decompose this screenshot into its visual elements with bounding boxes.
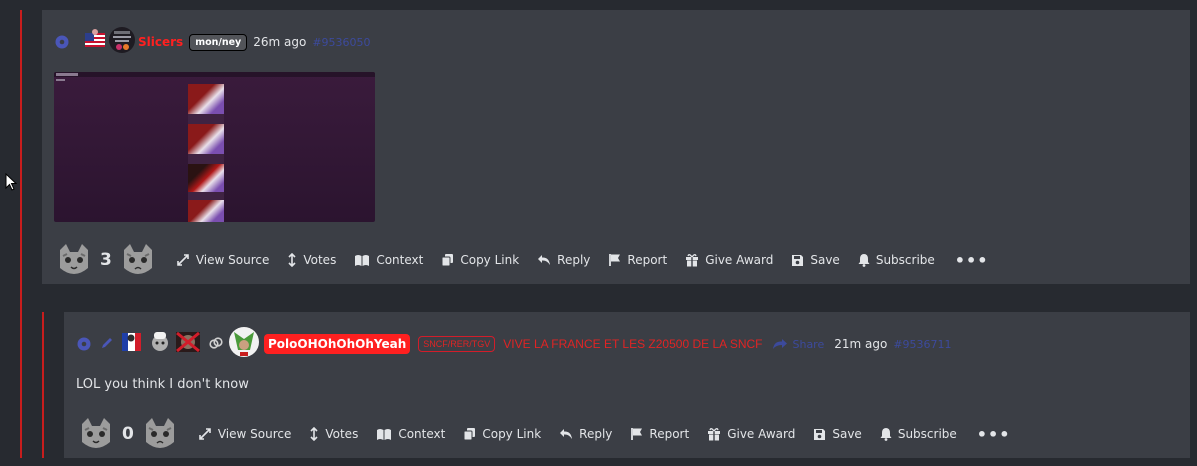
downvote-cat-icon[interactable] bbox=[118, 240, 158, 280]
floppy-disk-icon bbox=[792, 254, 804, 266]
save-label: Save bbox=[810, 253, 840, 267]
save-button[interactable]: Save bbox=[791, 253, 840, 267]
avatar[interactable] bbox=[108, 26, 136, 58]
report-button[interactable]: Report bbox=[630, 427, 689, 441]
flag-icon bbox=[609, 254, 621, 266]
timestamp[interactable]: 21m ago bbox=[834, 337, 887, 351]
reply-label: Reply bbox=[579, 427, 613, 441]
more-options-button[interactable]: ••• bbox=[977, 425, 1011, 444]
username[interactable]: PoloOHOhOhOhYeah bbox=[264, 334, 411, 354]
upvote-cat-icon[interactable] bbox=[76, 414, 116, 454]
collapse-icon[interactable] bbox=[54, 34, 70, 50]
comment-image[interactable] bbox=[54, 72, 375, 222]
copy-link-button[interactable]: Copy Link bbox=[463, 427, 541, 441]
copy-link-label: Copy Link bbox=[460, 253, 520, 267]
us-flag-badge-icon bbox=[84, 28, 106, 56]
view-source-label: View Source bbox=[217, 427, 292, 441]
avatar[interactable] bbox=[228, 326, 260, 362]
username[interactable]: Slicers bbox=[138, 35, 183, 49]
user-flair: mon/ney bbox=[189, 33, 248, 51]
view-source-button[interactable]: View Source bbox=[176, 253, 270, 267]
user-badge: SNCF/RER/TGV bbox=[418, 336, 496, 352]
report-label: Report bbox=[627, 253, 668, 267]
give-award-label: Give Award bbox=[727, 427, 796, 441]
comment-actions: 3 View Source Votes Context Copy Link Re… bbox=[54, 238, 988, 282]
book-icon bbox=[355, 254, 370, 266]
copy-icon bbox=[441, 254, 454, 267]
comment-id-link[interactable]: #9536050 bbox=[312, 36, 370, 49]
context-button[interactable]: Context bbox=[354, 253, 423, 267]
subscribe-label: Subscribe bbox=[875, 253, 935, 267]
copy-link-button[interactable]: Copy Link bbox=[441, 253, 519, 267]
reply-label: Reply bbox=[557, 253, 591, 267]
up-down-arrows-icon bbox=[310, 427, 318, 441]
copy-link-label: Copy Link bbox=[482, 427, 542, 441]
comment-header: PoloOHOhOhOhYeah SNCF/RER/TGV VIVE LA FR… bbox=[76, 327, 952, 359]
subscribe-button[interactable]: Subscribe bbox=[858, 253, 935, 267]
votes-label: Votes bbox=[325, 427, 359, 441]
more-options-button[interactable]: ••• bbox=[955, 251, 989, 270]
comment-body: LOL you think I don't know bbox=[76, 377, 249, 392]
upvote-cat-icon[interactable] bbox=[54, 240, 94, 280]
context-button[interactable]: Context bbox=[376, 427, 445, 441]
score: 0 bbox=[122, 424, 134, 444]
french-flag-badge-icon bbox=[120, 329, 144, 359]
give-award-button[interactable]: Give Award bbox=[685, 253, 773, 267]
comment-card: Slicers mon/ney 26m ago #9536050 3 View … bbox=[42, 10, 1190, 284]
expand-arrows-icon bbox=[177, 254, 189, 266]
give-award-button[interactable]: Give Award bbox=[707, 427, 795, 441]
context-label: Context bbox=[376, 253, 424, 267]
flag-icon bbox=[631, 428, 643, 440]
pencil-icon bbox=[100, 335, 114, 354]
gift-icon bbox=[708, 428, 721, 441]
save-button[interactable]: Save bbox=[813, 427, 862, 441]
up-down-arrows-icon bbox=[288, 253, 296, 267]
thread-line-reply[interactable] bbox=[42, 312, 44, 458]
collapse-icon[interactable] bbox=[76, 336, 92, 352]
crossed-cat-badge-icon bbox=[174, 329, 202, 359]
share-arrow-icon bbox=[773, 339, 788, 349]
custom-title: VIVE LA FRANCE ET LES Z20500 DE LA SNCF bbox=[503, 337, 763, 351]
comment-actions: 0 View Source Votes Context Copy Link Re… bbox=[76, 412, 1010, 456]
subscribe-label: Subscribe bbox=[897, 427, 957, 441]
view-source-button[interactable]: View Source bbox=[198, 427, 292, 441]
bell-icon bbox=[880, 428, 892, 441]
reply-arrow-icon bbox=[560, 429, 573, 439]
votes-button[interactable]: Votes bbox=[309, 427, 358, 441]
votes-button[interactable]: Votes bbox=[287, 253, 336, 267]
share-button[interactable]: Share bbox=[772, 338, 824, 351]
view-source-label: View Source bbox=[195, 253, 270, 267]
score: 3 bbox=[100, 250, 112, 270]
report-label: Report bbox=[649, 427, 690, 441]
reply-button[interactable]: Reply bbox=[559, 427, 612, 441]
copy-icon bbox=[463, 428, 476, 441]
timestamp[interactable]: 26m ago bbox=[253, 35, 306, 49]
subscribe-button[interactable]: Subscribe bbox=[880, 427, 957, 441]
thread-line-outer[interactable] bbox=[20, 10, 22, 458]
bell-icon bbox=[858, 254, 870, 267]
report-button[interactable]: Report bbox=[608, 253, 667, 267]
give-award-label: Give Award bbox=[705, 253, 774, 267]
comment-header: Slicers mon/ney 26m ago #9536050 bbox=[54, 26, 371, 58]
mouse-cursor-icon bbox=[5, 173, 17, 191]
save-label: Save bbox=[832, 427, 862, 441]
book-icon bbox=[377, 428, 392, 440]
votes-label: Votes bbox=[303, 253, 337, 267]
floppy-disk-icon bbox=[814, 428, 826, 440]
reply-button[interactable]: Reply bbox=[537, 253, 590, 267]
reply-arrow-icon bbox=[538, 255, 551, 265]
gift-icon bbox=[686, 254, 699, 267]
reply-comment-card: PoloOHOhOhOhYeah SNCF/RER/TGV VIVE LA FR… bbox=[64, 312, 1190, 458]
comment-id-link[interactable]: #9536711 bbox=[893, 338, 951, 351]
chef-badge-icon bbox=[148, 329, 172, 359]
expand-arrows-icon bbox=[199, 428, 211, 440]
downvote-cat-icon[interactable] bbox=[140, 414, 180, 454]
context-label: Context bbox=[398, 427, 446, 441]
link-rings-icon bbox=[208, 335, 224, 354]
share-label: Share bbox=[792, 337, 825, 351]
